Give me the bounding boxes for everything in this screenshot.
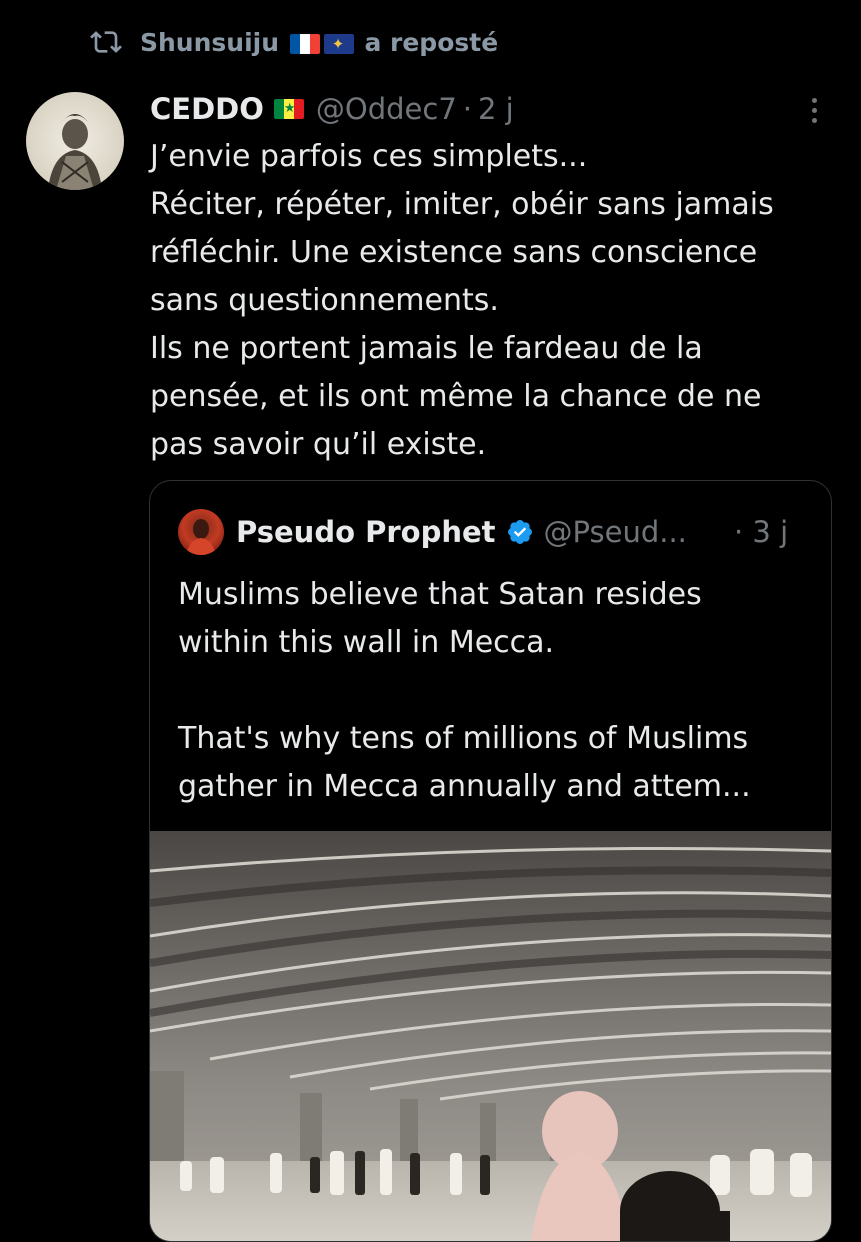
tweet-header: CEDDO @Oddec7 · 2 j (150, 86, 514, 132)
quoted-text: Muslims believe that Satan resides withi… (178, 571, 818, 811)
quoted-line: within this wall in Mecca. (178, 625, 555, 660)
author-name[interactable]: CEDDO (150, 92, 264, 126)
tweet-line: pas savoir qu’il existe. (150, 427, 487, 462)
tweet-line: pensée, et ils ont même la chance de ne (150, 379, 762, 414)
tweet-line: sans questionnements. (150, 283, 499, 318)
quoted-tweet[interactable]: Pseudo Prophet @Pseud... · 3 j Muslims b… (149, 480, 832, 1242)
reposter-name[interactable]: Shunsuiju (140, 28, 279, 57)
verified-badge-icon (506, 518, 534, 546)
author-handle[interactable]: @Oddec7 (316, 92, 457, 126)
quoted-line: gather in Mecca annually and attem... (178, 769, 751, 804)
senegal-flag-icon (273, 99, 304, 119)
tweet-line: réfléchir. Une existence sans conscience (150, 235, 758, 270)
quoted-time[interactable]: · 3 j (734, 515, 788, 549)
tweet-line: Réciter, répéter, imiter, obéir sans jam… (150, 187, 774, 222)
quoted-media-image[interactable] (150, 831, 831, 1241)
quoted-header: Pseudo Prophet @Pseud... · 3 j (178, 509, 788, 555)
repost-icon (90, 31, 122, 53)
tweet-line: J’envie parfois ces simplets... (150, 139, 588, 174)
france-flag-icon (289, 33, 320, 54)
quoted-author-handle[interactable]: @Pseud... (544, 515, 687, 549)
repost-indicator[interactable]: Shunsuiju a reposté (86, 22, 498, 62)
quoted-author-name[interactable]: Pseudo Prophet (236, 515, 496, 549)
author-avatar[interactable] (26, 92, 124, 190)
repost-suffix: a reposté (364, 27, 499, 57)
tweet-line: Ils ne portent jamais le fardeau de la (150, 331, 703, 366)
quoted-line: Muslims believe that Satan resides (178, 577, 702, 612)
separator-dot: · (462, 92, 472, 126)
quoted-line: That's why tens of millions of Muslims (178, 721, 749, 756)
tweet-text: J’envie parfois ces simplets... Réciter,… (150, 133, 840, 469)
quoted-author-avatar[interactable] (178, 509, 224, 555)
more-options-icon[interactable] (800, 92, 828, 128)
emblem-flag-icon (323, 33, 354, 54)
tweet-time[interactable]: 2 j (478, 92, 514, 126)
